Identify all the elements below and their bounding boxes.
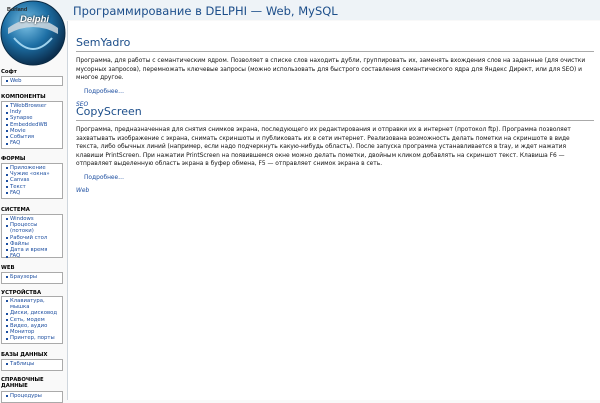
sidebar-link[interactable]: Принтер, порты	[5, 335, 62, 341]
section-components: TWebBrowser Indy Synapse EmbeddedWB Movi…	[1, 101, 63, 149]
read-more-link[interactable]: Подробнее…	[84, 175, 594, 181]
post-title[interactable]: SemYadro	[76, 36, 594, 52]
post-tag[interactable]: Web	[76, 188, 594, 194]
section-reference: Процедуры	[1, 391, 63, 403]
section-title-soft: Софт	[1, 69, 17, 75]
sidebar-link[interactable]: Таблицы	[5, 361, 62, 367]
read-more-link[interactable]: Подробнее…	[84, 89, 594, 95]
delphi-logo[interactable]: Borland Delphi	[0, 0, 66, 66]
section-soft: Web	[1, 76, 63, 86]
post-description: Программа, предназначенная для снятия сн…	[76, 127, 571, 167]
sidebar-link[interactable]: Браузеры	[5, 274, 62, 280]
section-title-system: СИСТЕМА	[1, 207, 30, 213]
post-title[interactable]: CopyScreen	[76, 105, 594, 121]
site-header: Программирование в DELPHI — Web, MySQL	[0, 0, 600, 20]
section-title-reference: СПРАВОЧНЫЕ ДАННЫЕ	[1, 377, 44, 389]
sidebar-link[interactable]: FAQ	[5, 140, 62, 146]
section-databases: Таблицы	[1, 359, 63, 371]
sidebar-link[interactable]: FAQ	[5, 190, 62, 196]
sidebar-link[interactable]: Процедуры	[5, 393, 62, 399]
sidebar: Софт Web КОМПОНЕНТЫ TWebBrowser Indy Syn…	[0, 66, 66, 403]
post-semyadro: SemYadro Программа, для работы с семанти…	[76, 36, 594, 108]
sidebar-link[interactable]: Клавиатура, мышка	[5, 298, 62, 310]
sidebar-link[interactable]: FAQ	[5, 253, 62, 259]
section-title-web: WEB	[1, 265, 15, 271]
section-system: Windows Процессы (потоки) Рабочий стол Ф…	[1, 214, 63, 259]
post-copyscreen: CopyScreen Программа, предназначенная дл…	[76, 105, 594, 194]
section-title-forms: ФОРМЫ	[1, 156, 26, 162]
sidebar-link[interactable]: Процессы (потоки)	[5, 222, 62, 234]
sidebar-link[interactable]: Web	[5, 78, 62, 84]
section-devices: Клавиатура, мышка Диски, дисковод Сеть, …	[1, 296, 63, 344]
section-title-databases: БАЗЫ ДАННЫХ	[1, 352, 48, 358]
section-web: Браузеры	[1, 272, 63, 284]
logo-brand: Borland	[7, 7, 28, 13]
site-title[interactable]: Программирование в DELPHI — Web, MySQL	[73, 4, 338, 18]
main-content: SemYadro Программа, для работы с семанти…	[67, 21, 600, 400]
section-title-components: КОМПОНЕНТЫ	[1, 94, 46, 100]
section-forms: Приложение Чужие «окна» Canvas Текст FAQ	[1, 163, 63, 199]
post-description: Программа, для работы с семантическим яд…	[76, 58, 586, 81]
logo-name: Delphi	[20, 14, 50, 25]
